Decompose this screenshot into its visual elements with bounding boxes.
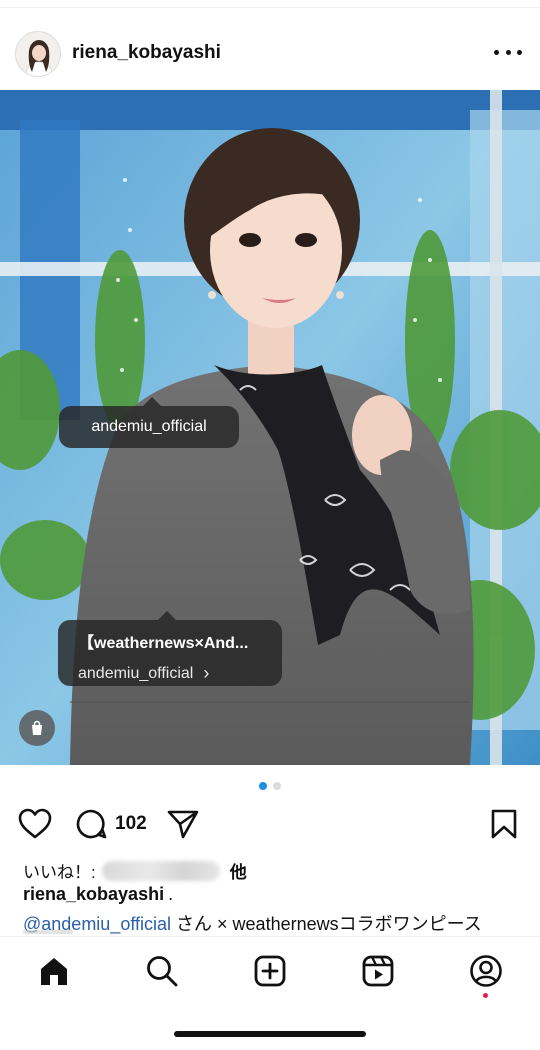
caption-text: さん × weathernewsコラボワンピース <box>171 914 482 934</box>
caption-username-row: riena_kobayashi. <box>23 884 173 905</box>
likes-line[interactable]: いいね！: 他 <box>23 858 247 883</box>
product-tag-account: andemiu_official <box>78 664 194 682</box>
carousel-dot-active <box>259 782 267 790</box>
product-tag-andemiu[interactable]: andemiu_official <box>59 397 239 448</box>
caption-username[interactable]: riena_kobayashi <box>23 884 164 904</box>
status-divider <box>0 0 540 8</box>
home-icon[interactable] <box>34 951 74 991</box>
comment-count[interactable]: 102 <box>115 806 147 842</box>
post-username[interactable]: riena_kobayashi <box>72 42 221 64</box>
caption-text-row: @andemiu_official さん × weathernewsコラボワンピ… <box>23 910 482 936</box>
caption-username-suffix: . <box>168 884 174 904</box>
heart-icon[interactable] <box>18 806 52 842</box>
likes-prefix: いいね！: <box>23 863 96 882</box>
comment-icon[interactable] <box>75 806 107 842</box>
carousel-indicator <box>0 782 540 790</box>
blurred-liker-name <box>101 860 220 881</box>
home-indicator[interactable] <box>174 1031 366 1037</box>
share-icon[interactable] <box>166 806 200 842</box>
profile-icon[interactable] <box>466 951 506 991</box>
caption-next-line-peek <box>23 930 73 934</box>
bottom-nav <box>0 936 540 1006</box>
carousel-dot <box>273 782 281 790</box>
post-header: riena_kobayashi <box>0 24 540 84</box>
tag-label: andemiu_official <box>91 418 207 435</box>
create-icon[interactable] <box>250 951 290 991</box>
chevron-right-icon: › <box>203 663 210 683</box>
product-tag-title: 【weathernews×And... <box>78 635 249 652</box>
more-horizontal-icon[interactable] <box>494 40 522 64</box>
likes-others[interactable]: 他 <box>230 858 247 883</box>
shopping-bag-icon[interactable] <box>19 710 55 746</box>
tag-pointer <box>158 611 176 620</box>
search-icon[interactable] <box>142 951 182 991</box>
product-tag-account-row: andemiu_official › <box>78 663 266 684</box>
post-actions: 102 <box>0 806 540 842</box>
bookmark-icon[interactable] <box>490 806 518 842</box>
tag-pointer <box>143 397 161 406</box>
reels-icon[interactable] <box>358 951 398 991</box>
notification-dot <box>483 993 488 998</box>
product-tag-collab-dress[interactable]: 【weathernews×And... andemiu_official › <box>58 611 282 686</box>
avatar[interactable] <box>15 31 61 77</box>
post-photo[interactable]: andemiu_official 【weathernews×And... and… <box>0 90 540 765</box>
